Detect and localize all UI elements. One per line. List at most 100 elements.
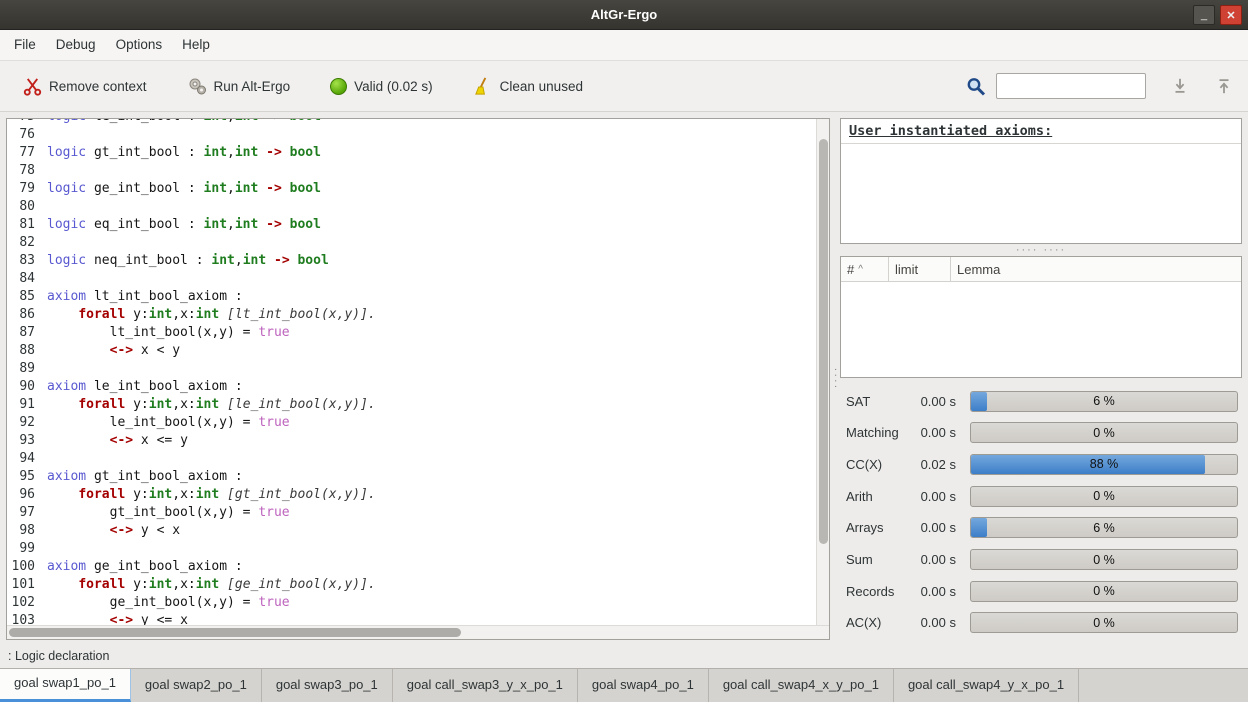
broom-icon bbox=[473, 76, 493, 96]
code-line: 93 <-> x <= y bbox=[7, 432, 829, 450]
go-down-icon[interactable] bbox=[1170, 76, 1190, 96]
lemma-table-body bbox=[841, 282, 1241, 377]
axioms-splitter[interactable]: ···· ···· bbox=[840, 244, 1242, 256]
line-number: 96 bbox=[7, 486, 47, 504]
line-number: 103 bbox=[7, 612, 47, 625]
progress-percent-label: 6 % bbox=[971, 518, 1237, 537]
line-code: axiom ge_int_bool_axiom : bbox=[47, 558, 243, 576]
stat-label: Sum bbox=[846, 552, 910, 567]
line-number: 98 bbox=[7, 522, 47, 540]
toolbar: Remove context Run Alt-Ergo Valid (0.02 … bbox=[0, 61, 1248, 112]
stat-time: 0.00 s bbox=[910, 615, 956, 630]
code-line: 103 <-> y <= x bbox=[7, 612, 829, 625]
close-button[interactable]: ✕ bbox=[1220, 5, 1242, 25]
minimize-button[interactable]: _ bbox=[1193, 5, 1215, 25]
code-line: 75logic le_int_bool : int,int -> bool bbox=[7, 119, 829, 126]
remove-context-label: Remove context bbox=[49, 79, 147, 94]
line-number: 79 bbox=[7, 180, 47, 198]
stat-time: 0.00 s bbox=[910, 394, 956, 409]
column-header-limit[interactable]: limit bbox=[889, 257, 951, 281]
line-number: 94 bbox=[7, 450, 47, 468]
line-code: logic le_int_bool : int,int -> bool bbox=[47, 119, 321, 126]
menu-item-debug[interactable]: Debug bbox=[46, 30, 106, 60]
progress-percent-label: 0 % bbox=[971, 487, 1237, 506]
code-line: 89 bbox=[7, 360, 829, 378]
line-code: forall y:int,x:int [le_int_bool(x,y)]. bbox=[47, 396, 376, 414]
code-line: 100axiom ge_int_bool_axiom : bbox=[7, 558, 829, 576]
line-code: ge_int_bool(x,y) = true bbox=[47, 594, 290, 612]
line-code: forall y:int,x:int [ge_int_bool(x,y)]. bbox=[47, 576, 376, 594]
stat-row-SAT: SAT0.00 s 6 % bbox=[846, 388, 1242, 414]
menu-item-help[interactable]: Help bbox=[172, 30, 220, 60]
line-number: 93 bbox=[7, 432, 47, 450]
tab-goal-call_swap4_y_x_po_1[interactable]: goal call_swap4_y_x_po_1 bbox=[894, 669, 1079, 702]
search-input[interactable] bbox=[996, 73, 1146, 99]
splitter-dots-icon: ···· bbox=[829, 368, 841, 391]
line-number: 86 bbox=[7, 306, 47, 324]
code-line: 77logic gt_int_bool : int,int -> bool bbox=[7, 144, 829, 162]
menu-bar: FileDebugOptionsHelp bbox=[0, 30, 1248, 61]
column-header-number[interactable]: # ^ bbox=[841, 257, 889, 281]
line-number: 91 bbox=[7, 396, 47, 414]
tab-goal-call_swap3_y_x_po_1[interactable]: goal call_swap3_y_x_po_1 bbox=[393, 669, 578, 702]
tab-goal-swap4_po_1[interactable]: goal swap4_po_1 bbox=[578, 669, 709, 702]
menu-item-options[interactable]: Options bbox=[106, 30, 173, 60]
line-code: <-> y <= x bbox=[47, 612, 188, 625]
line-code: forall y:int,x:int [lt_int_bool(x,y)]. bbox=[47, 306, 376, 324]
editor-viewport[interactable]: 75logic le_int_bool : int,int -> bool767… bbox=[7, 119, 829, 625]
sort-ascending-icon: ^ bbox=[858, 264, 863, 275]
stat-time: 0.00 s bbox=[910, 552, 956, 567]
line-code: logic gt_int_bool : int,int -> bool bbox=[47, 144, 321, 162]
progress-percent-label: 6 % bbox=[971, 392, 1237, 411]
line-number: 88 bbox=[7, 342, 47, 360]
line-number: 80 bbox=[7, 198, 47, 216]
remove-context-button[interactable]: Remove context bbox=[14, 70, 155, 102]
hscroll-thumb[interactable] bbox=[9, 628, 461, 637]
clean-unused-button[interactable]: Clean unused bbox=[465, 70, 591, 102]
editor-hscrollbar[interactable] bbox=[7, 625, 829, 639]
code-line: 83logic neq_int_bool : int,int -> bool bbox=[7, 252, 829, 270]
tab-bar: goal swap1_po_1goal swap2_po_1goal swap3… bbox=[0, 668, 1248, 702]
code-line: 102 ge_int_bool(x,y) = true bbox=[7, 594, 829, 612]
stat-label: CC(X) bbox=[846, 457, 910, 472]
vscroll-thumb[interactable] bbox=[819, 139, 828, 544]
code-line: 94 bbox=[7, 450, 829, 468]
code-line: 84 bbox=[7, 270, 829, 288]
column-number-label: # bbox=[847, 262, 854, 277]
run-alt-ergo-button[interactable]: Run Alt-Ergo bbox=[179, 70, 299, 102]
tab-goal-swap1_po_1[interactable]: goal swap1_po_1 bbox=[0, 669, 131, 702]
lemma-table-header: # ^ limit Lemma bbox=[841, 257, 1241, 282]
stat-time: 0.00 s bbox=[910, 489, 956, 504]
status-bar: : Logic declaration bbox=[0, 646, 1248, 668]
editor-vscrollbar[interactable] bbox=[816, 119, 829, 625]
line-code: forall y:int,x:int [gt_int_bool(x,y)]. bbox=[47, 486, 376, 504]
title-bar[interactable]: AltGr-Ergo _ ✕ bbox=[0, 0, 1248, 30]
line-number: 92 bbox=[7, 414, 47, 432]
line-number: 100 bbox=[7, 558, 47, 576]
line-code: axiom lt_int_bool_axiom : bbox=[47, 288, 243, 306]
tab-goal-swap3_po_1[interactable]: goal swap3_po_1 bbox=[262, 669, 393, 702]
code-line: 82 bbox=[7, 234, 829, 252]
search-icon bbox=[966, 76, 986, 96]
tab-goal-swap2_po_1[interactable]: goal swap2_po_1 bbox=[131, 669, 262, 702]
line-code: logic ge_int_bool : int,int -> bool bbox=[47, 180, 321, 198]
code-editor[interactable]: 75logic le_int_bool : int,int -> bool767… bbox=[6, 118, 830, 640]
stat-label: Arrays bbox=[846, 520, 910, 535]
line-code: <-> x < y bbox=[47, 342, 180, 360]
progress-bar-Sum: 0 % bbox=[970, 549, 1238, 570]
gears-icon bbox=[187, 76, 207, 96]
stat-label: SAT bbox=[846, 394, 910, 409]
progress-percent-label: 0 % bbox=[971, 423, 1237, 442]
axioms-title: User instantiated axioms: bbox=[841, 119, 1241, 144]
menu-item-file[interactable]: File bbox=[4, 30, 46, 60]
pane-splitter[interactable]: ···· bbox=[830, 118, 840, 640]
progress-percent-label: 0 % bbox=[971, 613, 1237, 632]
column-header-lemma[interactable]: Lemma bbox=[951, 257, 1241, 281]
code-line: 86 forall y:int,x:int [lt_int_bool(x,y)]… bbox=[7, 306, 829, 324]
stat-row-Sum: Sum0.00 s 0 % bbox=[846, 547, 1242, 573]
code-line: 92 le_int_bool(x,y) = true bbox=[7, 414, 829, 432]
tab-goal-call_swap4_x_y_po_1[interactable]: goal call_swap4_x_y_po_1 bbox=[709, 669, 894, 702]
code-line: 96 forall y:int,x:int [gt_int_bool(x,y)]… bbox=[7, 486, 829, 504]
editor-lines: 75logic le_int_bool : int,int -> bool767… bbox=[7, 119, 829, 625]
go-up-icon[interactable] bbox=[1214, 76, 1234, 96]
